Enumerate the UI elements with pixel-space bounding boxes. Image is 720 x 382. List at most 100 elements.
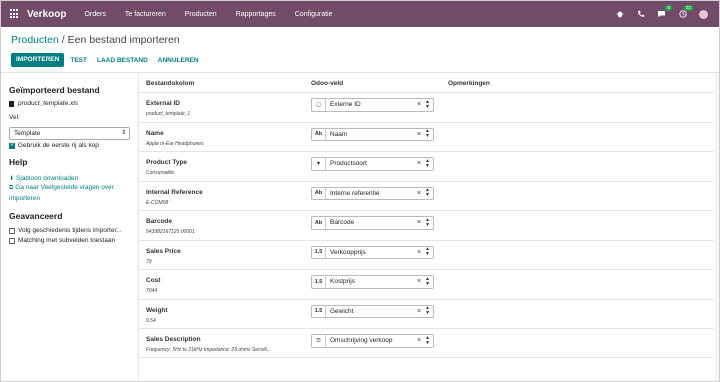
chevron-updown-icon[interactable]: ▲ ▼ [425,335,430,346]
clear-icon[interactable]: × [417,131,421,138]
field-value: Omschrijving verkoop [330,337,393,345]
menu-configuration[interactable]: Configuratie [295,11,333,18]
chevron-updown-icon[interactable]: ▲ ▼ [425,217,430,228]
chevron-updown-icon[interactable]: ▲ ▼ [425,158,430,169]
import-button[interactable]: IMPORTEREN [11,53,65,67]
track-history-label: Volg geschiedenis tijdens importer... [18,227,122,234]
field-value: Interne referentie [330,189,380,197]
menu-to-invoice[interactable]: Te factureren [125,11,166,18]
field-type-icon: 1.5 [312,305,326,317]
column-name: Barcode [146,218,173,225]
odoo-field-select[interactable]: 1.5 Gewicht × ▲ ▼ [311,304,434,318]
first-row-header-label: Gebruik de eerste rij als kop [18,142,99,149]
messages-icon[interactable]: 5 [657,4,672,19]
field-value: Naam [330,130,348,138]
external-link-icon: ⧉ [9,185,14,191]
track-history-option[interactable]: Volg geschiedenis tijdens importer... [9,227,122,234]
first-row-header-option[interactable]: Gebruik de eerste rij als kop [9,141,99,149]
first-row-header-checkbox[interactable] [9,141,15,149]
odoo-field-select[interactable]: Ab Interne referentie × ▲ ▼ [311,186,434,200]
clear-icon[interactable]: × [417,101,421,108]
messages-badge: 5 [665,4,672,11]
column-sample: product_template_1 [146,111,191,117]
column-sample: 9.54 [146,317,156,324]
clear-icon[interactable]: × [417,160,421,167]
chevron-updown-icon[interactable]: ▲ ▼ [425,306,430,316]
header-file-column: Bestandskolom [146,80,195,87]
header-comments: Opmerkingen [448,80,490,87]
chevron-updown-icon[interactable]: ▲ ▼ [425,188,430,198]
chevron-updown-icon[interactable]: ▲ ▼ [425,99,430,110]
column-name: Name [146,129,164,137]
clear-icon[interactable]: × [417,308,421,315]
menu-orders[interactable]: Orders [84,11,105,18]
sheet-label: Vel: [9,114,20,121]
sheet-select-value: Template [14,130,41,137]
load-file-button[interactable]: LAAD BESTAND [97,57,148,64]
chevron-updown-icon[interactable]: ▲ ▼ [425,247,430,257]
odoo-field-select[interactable]: ☰ Omschrijving verkoop × ▲ ▼ [311,334,434,348]
match-subfields-checkbox[interactable] [9,237,15,244]
match-subfields-label: Matching met subvelden toestaan [18,237,116,244]
column-sample: Frequency: 5Hz to 21kHz Impedance: 23 oh… [146,347,272,353]
test-button[interactable]: TEST [70,57,87,64]
field-value: Gewicht [330,307,354,315]
odoo-field-select[interactable]: ◻ Externe ID × ▲ ▼ [311,98,434,112]
file-name-text: product_template.xls [18,100,78,107]
table-row: Sales Description Frequency: 5Hz to 21kH… [139,328,714,358]
activity-clock-icon[interactable]: 22 [678,4,693,19]
chevron-updown-icon[interactable]: ▲ ▼ [425,276,430,287]
mapping-rows: External ID product_template_1 ◻ Externe… [139,92,714,358]
track-history-checkbox[interactable] [9,227,15,234]
breadcrumb-products-link[interactable]: Producten [11,34,59,46]
control-buttons: IMPORTEREN TEST LAAD BESTAND ANNULEREN [11,53,209,67]
app-menu-icon[interactable] [10,9,20,19]
odoo-field-select[interactable]: ▼ Productsoort × ▲ ▼ [311,157,434,171]
clear-icon[interactable]: × [417,190,421,197]
column-sample: Consumable [146,170,175,176]
odoo-field-select[interactable]: Ab Barcode × ▲ ▼ [311,216,434,230]
clear-icon[interactable]: × [417,278,421,285]
field-type-icon: 1.5 [312,276,326,288]
odoo-field-select[interactable]: 1.5 Kostprijs × ▲ ▼ [311,275,434,289]
clear-icon[interactable]: × [417,337,421,344]
cancel-button[interactable]: ANNULEREN [158,57,199,64]
faq-link[interactable]: ⧉ Ga naar Veelgestelde vragen over import… [9,183,134,203]
user-avatar[interactable] [699,9,708,19]
app-brand[interactable]: Verkoop [27,9,66,20]
table-row: Product Type Consumable ▼ Productsoort ×… [139,151,714,181]
column-sample: 543982167125.00001 [146,229,195,235]
odoo-field-select[interactable]: 1.5 Verkoopprijs × ▲ ▼ [311,245,434,259]
header-odoo-field: Odoo-veld [311,80,344,87]
window: Verkoop Orders Te factureren Producten R… [0,0,720,382]
clear-icon[interactable]: × [417,219,421,226]
advanced-heading: Geavanceerd [9,211,63,221]
odoo-field-select[interactable]: Ab Naam × ▲ ▼ [311,127,434,141]
field-value: Externe ID [330,101,361,109]
menu-products[interactable]: Producten [185,11,217,18]
column-name: External ID [146,100,180,107]
scrollbar[interactable] [715,73,719,381]
chevron-updown-icon[interactable]: ▲ ▼ [425,129,430,139]
table-row: Sales Price 79 1.5 Verkoopprijs × ▲ ▼ [139,239,714,270]
column-sample: Apple In-Ear Headphones [146,140,204,147]
field-type-icon: ◻ [312,99,326,111]
breadcrumb-separator: / [61,34,65,46]
column-name: Cost [146,277,161,284]
chevron-updown-icon: ⇕ [120,130,126,136]
match-subfields-option[interactable]: Matching met subvelden toestaan [9,237,115,244]
help-heading: Help [9,157,28,167]
column-name: Internal Reference [146,188,203,196]
phone-icon[interactable] [636,10,645,19]
sheet-select[interactable]: Template ⇕ [9,127,130,140]
breadcrumb: Producten / Een bestand importeren [11,34,180,46]
imported-file-heading: Geïmporteerd bestand [9,85,100,95]
bug-icon[interactable] [615,10,624,19]
field-type-icon: Ab [312,128,326,140]
clear-icon[interactable]: × [417,249,421,256]
column-sample: E-COM08 [146,199,169,206]
field-type-icon: Ab [312,217,326,229]
menu-reporting[interactable]: Rapportages [236,11,276,18]
column-name: Product Type [146,159,188,166]
column-name: Sales Price [146,247,181,255]
